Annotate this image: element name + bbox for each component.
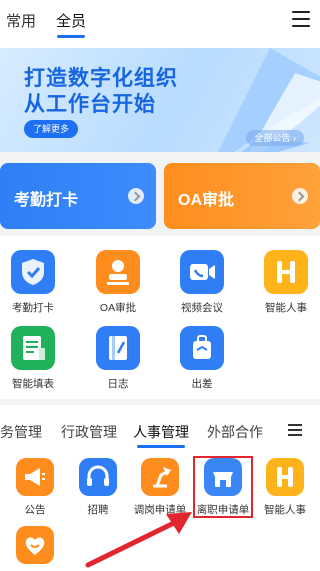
tab-all-staff[interactable]: 全员 bbox=[56, 10, 86, 38]
app-label: 视频会议 bbox=[181, 302, 223, 314]
app-label: OA审批 bbox=[99, 302, 137, 314]
learn-more-button[interactable]: 了解更多 bbox=[24, 120, 78, 138]
app-oa-approval[interactable]: OA审批 bbox=[86, 250, 150, 315]
arrow-right-icon bbox=[292, 188, 308, 204]
highlight-box bbox=[193, 456, 253, 518]
app-attendance[interactable]: 考勤打卡 bbox=[1, 250, 65, 315]
chevron-right-icon: › bbox=[293, 133, 296, 143]
app-log[interactable]: 日志 bbox=[86, 326, 150, 391]
megaphone-icon bbox=[16, 458, 54, 496]
app-announcement[interactable]: 公告 bbox=[3, 458, 67, 517]
tab-hr-management[interactable]: 人事管理 bbox=[133, 422, 189, 448]
app-smart-form[interactable]: 智能填表 bbox=[1, 326, 65, 391]
app-label: 智能人事 bbox=[264, 504, 306, 516]
app-video-meeting[interactable]: 视频会议 bbox=[170, 250, 234, 315]
person-stamp-icon bbox=[96, 250, 140, 294]
app-business-trip[interactable]: 出差 bbox=[170, 326, 234, 391]
app-label: 公告 bbox=[24, 504, 46, 516]
oa-approval-card[interactable]: OA审批 bbox=[164, 163, 320, 229]
category-menu-icon[interactable] bbox=[288, 424, 302, 436]
oa-approval-card-label: OA审批 bbox=[178, 192, 235, 209]
log-book-icon bbox=[96, 326, 140, 370]
h-letter-icon bbox=[264, 250, 308, 294]
arrow-right-icon bbox=[128, 188, 144, 204]
common-apps-panel: 考勤打卡 OA审批 视频会议 智能人事 智能填表 日志 出差 bbox=[0, 236, 320, 399]
app-smart-hr[interactable]: 智能人事 bbox=[254, 250, 318, 315]
app-label: 智能人事 bbox=[265, 302, 307, 314]
app-label: 考勤打卡 bbox=[12, 302, 54, 314]
top-tab-bar: 常用 全员 bbox=[0, 0, 320, 40]
suitcase-icon bbox=[180, 326, 224, 370]
pointer-arrow-icon bbox=[85, 512, 192, 568]
desk-lamp-icon bbox=[141, 458, 179, 496]
attendance-card[interactable]: 考勤打卡 bbox=[0, 163, 156, 229]
attendance-card-label: 考勤打卡 bbox=[14, 192, 79, 209]
headset-icon bbox=[79, 458, 117, 496]
all-notices-button[interactable]: 全部公告 › bbox=[246, 130, 304, 146]
app-label: 日志 bbox=[107, 378, 129, 390]
tab-admin-management[interactable]: 行政管理 bbox=[61, 422, 117, 442]
shield-check-icon bbox=[11, 250, 55, 294]
video-phone-icon bbox=[180, 250, 224, 294]
app-care[interactable] bbox=[3, 526, 67, 570]
promo-banner[interactable]: 打造数字化组织 从工作台开始 了解更多 全部公告 › bbox=[0, 40, 320, 152]
tab-business-management[interactable]: 务管理 bbox=[0, 422, 42, 442]
menu-icon[interactable] bbox=[292, 11, 310, 27]
form-icon bbox=[11, 326, 55, 370]
tab-external-cooperation[interactable]: 外部合作 bbox=[207, 422, 263, 442]
app-smart-hr-2[interactable]: 智能人事 bbox=[253, 458, 317, 517]
all-notices-label: 全部公告 bbox=[254, 133, 291, 143]
banner-title-line2: 从工作台开始 bbox=[24, 93, 156, 116]
heart-icon bbox=[16, 526, 54, 564]
tab-frequent[interactable]: 常用 bbox=[6, 10, 36, 31]
app-label: 智能填表 bbox=[12, 378, 54, 390]
app-label: 出差 bbox=[191, 378, 213, 390]
h-letter-icon bbox=[266, 458, 304, 496]
